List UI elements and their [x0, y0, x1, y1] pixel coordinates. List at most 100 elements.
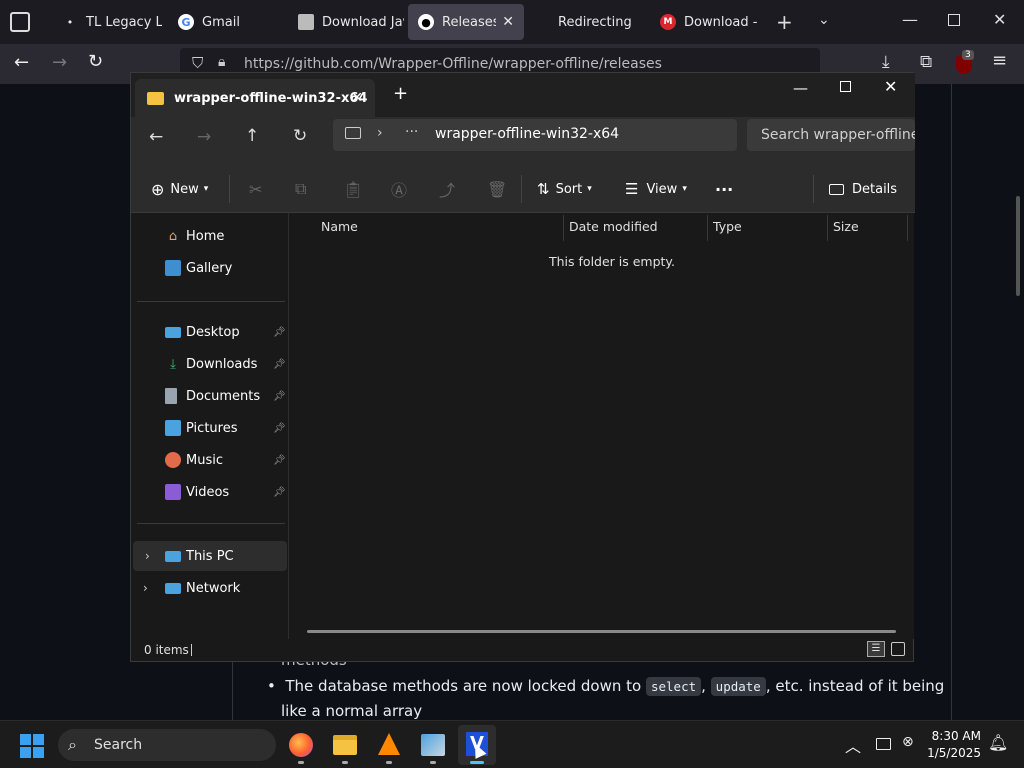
- nav-item-home[interactable]: ⌂ Home: [131, 221, 287, 251]
- up-arrow-icon[interactable]: ↑: [245, 126, 259, 146]
- column-divider[interactable]: [707, 215, 708, 241]
- delete-icon[interactable]: 🗑︎: [487, 165, 507, 213]
- back-arrow-icon[interactable]: ←: [149, 127, 163, 147]
- refresh-icon[interactable]: ↻: [293, 126, 307, 146]
- list-tabs-chevron-icon[interactable]: ⌄: [818, 12, 830, 28]
- column-header-size[interactable]: Size: [833, 219, 859, 234]
- vlc-icon[interactable]: [378, 733, 400, 755]
- network-disconnected-icon[interactable]: ⊗: [902, 734, 914, 750]
- nav-item-music[interactable]: Music 📌︎: [131, 445, 287, 475]
- file-explorer-window: wrapper-offline-win32-x64 ✕ + — ✕ ← → ↑ …: [130, 72, 915, 662]
- downloads-icon[interactable]: ⤓: [882, 52, 890, 72]
- release-note-bullet: • The database methods are now locked do…: [267, 677, 945, 720]
- extensions-icon[interactable]: ⧉: [920, 52, 932, 72]
- details-button[interactable]: Details: [829, 165, 897, 213]
- browser-tab-download-java[interactable]: Download Jav: [288, 4, 404, 40]
- column-header-type[interactable]: Type: [713, 219, 742, 234]
- explorer-tab[interactable]: wrapper-offline-win32-x64 ✕: [135, 79, 375, 117]
- copy-icon[interactable]: ⧉: [295, 165, 306, 213]
- nav-item-documents[interactable]: Documents 📌︎: [131, 381, 287, 411]
- more-options-icon[interactable]: ···: [715, 165, 733, 213]
- more-path-icon[interactable]: ···: [405, 124, 418, 140]
- share-icon[interactable]: ⤴: [439, 165, 455, 213]
- notification-bell-icon[interactable]: 🔔︎: [988, 733, 1008, 752]
- running-indicator: [430, 761, 436, 764]
- close-tab-icon[interactable]: ✕: [351, 90, 363, 106]
- browser-maximize-icon[interactable]: [948, 14, 960, 26]
- rename-icon[interactable]: Ⓐ: [391, 165, 407, 213]
- view-button[interactable]: ☰ View ▾: [625, 165, 687, 213]
- tray-chevron-up-icon[interactable]: ︿: [845, 733, 861, 757]
- new-tab-plus-icon[interactable]: +: [776, 10, 793, 34]
- pin-icon[interactable]: 📌︎: [273, 391, 286, 402]
- app-installer-icon[interactable]: [421, 734, 445, 756]
- column-header-date-modified[interactable]: Date modified: [569, 219, 658, 234]
- nav-item-pictures[interactable]: Pictures 📌︎: [131, 413, 287, 443]
- pin-icon[interactable]: 📌︎: [273, 359, 286, 370]
- nav-item-network[interactable]: › Network: [131, 573, 287, 603]
- browser-tab-download-mega[interactable]: M Download - M: [650, 4, 762, 40]
- new-tab-plus-icon[interactable]: +: [393, 83, 408, 104]
- browser-close-icon[interactable]: ✕: [993, 10, 1006, 29]
- url-text: https://github.com/Wrapper-Offline/wrapp…: [244, 56, 662, 72]
- explorer-address-bar[interactable]: › ··· wrapper-offline-win32-x64: [333, 119, 737, 151]
- close-tab-icon[interactable]: ✕: [502, 14, 514, 30]
- menu-icon[interactable]: ≡: [992, 50, 1007, 71]
- browser-tab-strip: • TL Legacy Lau G Gmail Download Jav ● R…: [0, 0, 1024, 44]
- explorer-search-input[interactable]: Search wrapper-offline-w: [747, 119, 915, 151]
- back-arrow-icon[interactable]: ←: [14, 52, 29, 73]
- code-update: update: [710, 677, 766, 696]
- nav-item-downloads[interactable]: ⤓ Downloads 📌︎: [131, 349, 287, 379]
- sort-button[interactable]: ⇅ Sort ▾: [537, 165, 592, 213]
- document-icon: [165, 388, 177, 404]
- window-maximize-icon[interactable]: [840, 81, 851, 92]
- firefox-view-icon[interactable]: [10, 12, 30, 32]
- forward-arrow-icon[interactable]: →: [197, 127, 211, 147]
- horizontal-scrollbar[interactable]: [307, 630, 896, 633]
- taskbar-search-box[interactable]: ⌕ Search: [58, 729, 276, 761]
- pin-icon[interactable]: 📌︎: [273, 487, 286, 498]
- start-windows-icon[interactable]: [20, 734, 44, 758]
- pin-icon[interactable]: 📌︎: [273, 423, 286, 434]
- google-icon: G: [178, 14, 194, 30]
- column-divider[interactable]: [827, 215, 828, 241]
- clock-time[interactable]: 8:30 AM: [926, 729, 981, 743]
- active-indicator: [470, 761, 484, 764]
- large-icons-view-icon[interactable]: [891, 642, 905, 656]
- column-divider[interactable]: [563, 215, 564, 241]
- chevron-right-icon[interactable]: ›: [143, 581, 148, 595]
- column-header-name[interactable]: Name: [321, 219, 358, 234]
- wrapper-offline-app-button[interactable]: V: [458, 725, 496, 765]
- running-indicator: [342, 761, 348, 764]
- browser-tab-tl-legacy[interactable]: • TL Legacy Lau: [52, 4, 162, 40]
- paste-icon[interactable]: 📋︎: [343, 165, 363, 213]
- browser-tab-gmail[interactable]: G Gmail: [168, 4, 286, 40]
- pin-icon[interactable]: 📌︎: [273, 327, 286, 338]
- browser-minimize-icon[interactable]: —: [902, 10, 918, 29]
- nav-item-this-pc[interactable]: › This PC: [133, 541, 287, 571]
- nav-item-videos[interactable]: Videos 📌︎: [131, 477, 287, 507]
- toolbar-divider: [229, 175, 230, 203]
- new-button[interactable]: ⊕ New ▾: [151, 165, 208, 213]
- reload-icon[interactable]: ↻: [88, 51, 103, 72]
- display-icon[interactable]: [876, 738, 891, 750]
- window-close-icon[interactable]: ✕: [884, 77, 897, 96]
- pictures-icon: [165, 420, 181, 436]
- forward-arrow-icon[interactable]: →: [52, 52, 67, 73]
- nav-item-desktop[interactable]: Desktop 📌︎: [131, 317, 287, 347]
- file-list-area[interactable]: [290, 213, 914, 639]
- clock-date[interactable]: 1/5/2025: [926, 746, 981, 760]
- browser-tab-redirecting[interactable]: Redirecting: [548, 4, 648, 40]
- download-icon: ⤓: [170, 356, 176, 372]
- chevron-right-icon[interactable]: ›: [145, 549, 150, 563]
- firefox-icon[interactable]: [289, 733, 313, 757]
- column-divider[interactable]: [907, 215, 908, 241]
- window-minimize-icon[interactable]: —: [793, 79, 808, 97]
- file-explorer-icon[interactable]: [333, 735, 357, 755]
- details-view-icon[interactable]: ☰: [867, 641, 885, 657]
- browser-tab-releases[interactable]: ● Releases · w ✕: [408, 4, 524, 40]
- pin-icon[interactable]: 📌︎: [273, 455, 286, 466]
- nav-item-gallery[interactable]: Gallery: [131, 253, 287, 283]
- cut-icon[interactable]: ✂: [249, 165, 262, 213]
- page-scrollbar[interactable]: [1016, 196, 1020, 296]
